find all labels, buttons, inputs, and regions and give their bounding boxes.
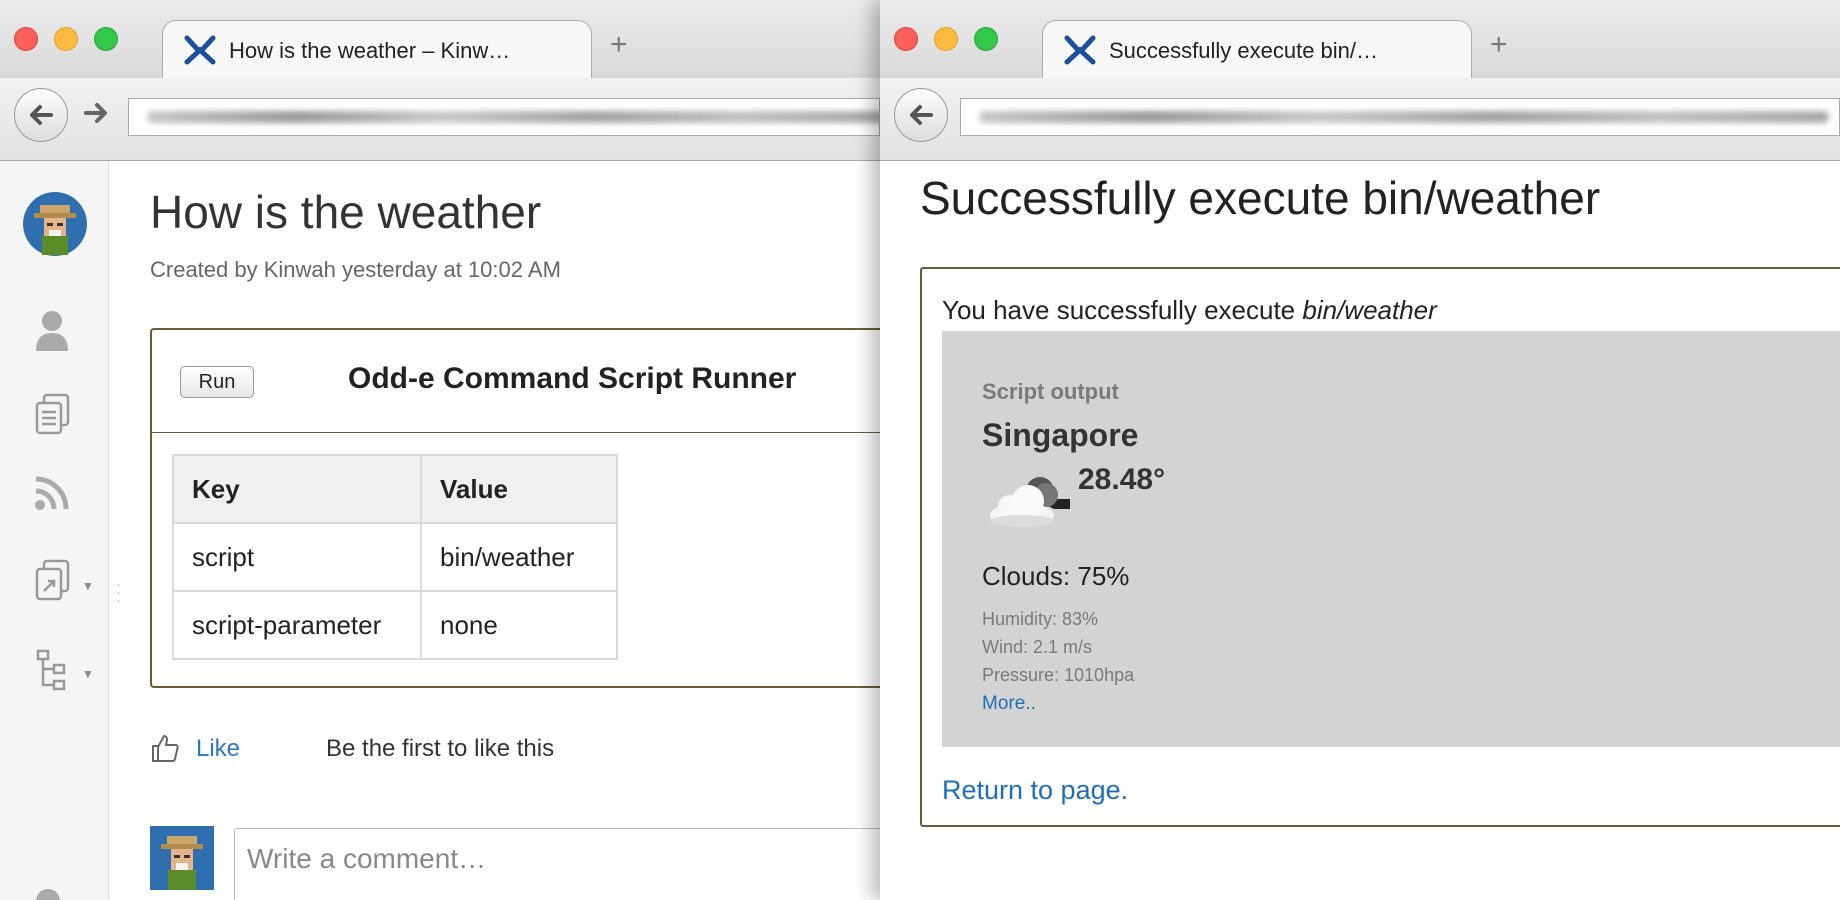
page-title: Successfully execute bin/weather <box>920 172 1601 224</box>
tree-icon[interactable] <box>34 649 70 691</box>
title-bar: How is the weather – Kinw… + <box>0 0 880 79</box>
minimize-window-button[interactable] <box>54 27 78 51</box>
export-icon[interactable] <box>34 559 74 603</box>
confluence-logo-icon <box>1064 35 1096 65</box>
minimize-window-button[interactable] <box>934 27 958 51</box>
tree-caret-icon[interactable]: ▼ <box>82 667 94 681</box>
navigation-toolbar <box>0 78 880 161</box>
success-message: You have successfully execute bin/weathe… <box>942 295 1437 326</box>
close-window-button[interactable] <box>14 27 38 51</box>
right-browser-window: Successfully execute bin/… + Successfull… <box>880 0 1840 900</box>
column-header-value: Value <box>420 454 618 524</box>
table-cell: bin/weather <box>420 522 618 592</box>
confluence-logo-icon <box>184 35 216 65</box>
like-row: Like Be the first to like this <box>150 731 750 771</box>
rss-icon[interactable] <box>34 475 70 511</box>
browser-tab[interactable]: Successfully execute bin/… <box>1042 20 1472 78</box>
table-header-row: Key Value <box>172 454 618 524</box>
page-content: How is the weather Created by Kinwah yes… <box>108 161 880 900</box>
tab-title: Successfully execute bin/… <box>1109 38 1379 63</box>
pressure-value: Pressure: 1010hpa <box>982 665 1135 685</box>
result-page-content: Successfully execute bin/weather You hav… <box>880 161 1840 900</box>
close-window-button[interactable] <box>894 27 918 51</box>
thumbs-up-icon[interactable] <box>150 733 180 763</box>
zoom-window-button[interactable] <box>974 27 998 51</box>
address-bar[interactable] <box>128 98 880 136</box>
profile-icon[interactable] <box>34 309 70 351</box>
success-message-prefix: You have successfully execute <box>942 295 1303 325</box>
navigation-toolbar <box>880 78 1840 161</box>
table-cell: script <box>172 522 422 592</box>
title-bar: Successfully execute bin/… + <box>880 0 1840 79</box>
space-sidebar: ▼ ▼ <box>0 161 109 900</box>
export-caret-icon[interactable]: ▼ <box>82 579 94 593</box>
blurred-url <box>147 111 879 123</box>
script-output-panel: Script output Singapore 28.48° Clouds: 7… <box>942 331 1840 747</box>
success-message-script: bin/weather <box>1302 295 1437 325</box>
humidity-value: Humidity: 83% <box>982 609 1099 629</box>
cloud-sun-icon <box>990 477 1070 527</box>
left-browser-window: How is the weather – Kinw… + ▼ ▼ · · · H… <box>0 0 880 900</box>
city-name: Singapore <box>982 417 1139 453</box>
temperature: 28.48° <box>1078 463 1166 496</box>
address-bar[interactable] <box>960 98 1840 136</box>
settings-gear-icon[interactable] <box>34 885 68 900</box>
more-link[interactable]: More.. <box>982 693 1036 715</box>
wind-value: Wind: 2.1 m/s <box>982 637 1093 657</box>
table-row: script bin/weather <box>172 522 618 592</box>
zoom-window-button[interactable] <box>94 27 118 51</box>
like-status-text: Be the first to like this <box>326 735 555 762</box>
tab-title: How is the weather – Kinw… <box>229 38 511 63</box>
user-avatar-icon[interactable] <box>22 191 88 257</box>
column-header-key: Key <box>172 454 422 524</box>
browser-tab[interactable]: How is the weather – Kinw… <box>162 20 592 78</box>
parameters-table: Key Value script bin/weather script-para… <box>172 454 618 660</box>
back-button[interactable] <box>14 88 68 142</box>
table-cell: none <box>420 590 618 660</box>
back-button[interactable] <box>894 88 948 142</box>
macro-title: Odd-e Command Script Runner <box>348 362 797 395</box>
comment-input[interactable]: Write a comment… <box>234 828 880 900</box>
pages-icon[interactable] <box>34 393 72 437</box>
new-tab-button[interactable]: + <box>610 30 628 60</box>
result-box: You have successfully execute bin/weathe… <box>920 267 1840 827</box>
arrow-left-icon <box>910 105 933 125</box>
clouds-value: Clouds: 75% <box>982 561 1130 591</box>
arrow-left-icon <box>30 105 53 125</box>
output-label: Script output <box>982 379 1119 404</box>
table-cell: script-parameter <box>172 590 422 660</box>
macro-header: Run Odd-e Command Script Runner <box>152 330 880 433</box>
table-row: script-parameter none <box>172 590 618 660</box>
page-title: How is the weather <box>150 186 542 238</box>
commenter-avatar-icon <box>150 826 214 890</box>
page-byline: Created by Kinwah yesterday at 10:02 AM <box>150 257 561 282</box>
forward-button[interactable] <box>84 100 110 132</box>
run-button[interactable]: Run <box>180 366 254 398</box>
blurred-url <box>979 111 1829 123</box>
return-to-page-link[interactable]: Return to page. <box>942 775 1128 806</box>
like-link[interactable]: Like <box>196 735 240 763</box>
script-runner-macro: Run Odd-e Command Script Runner Key Valu… <box>150 328 880 688</box>
new-tab-button[interactable]: + <box>1490 30 1508 60</box>
arrow-right-icon <box>84 103 107 123</box>
